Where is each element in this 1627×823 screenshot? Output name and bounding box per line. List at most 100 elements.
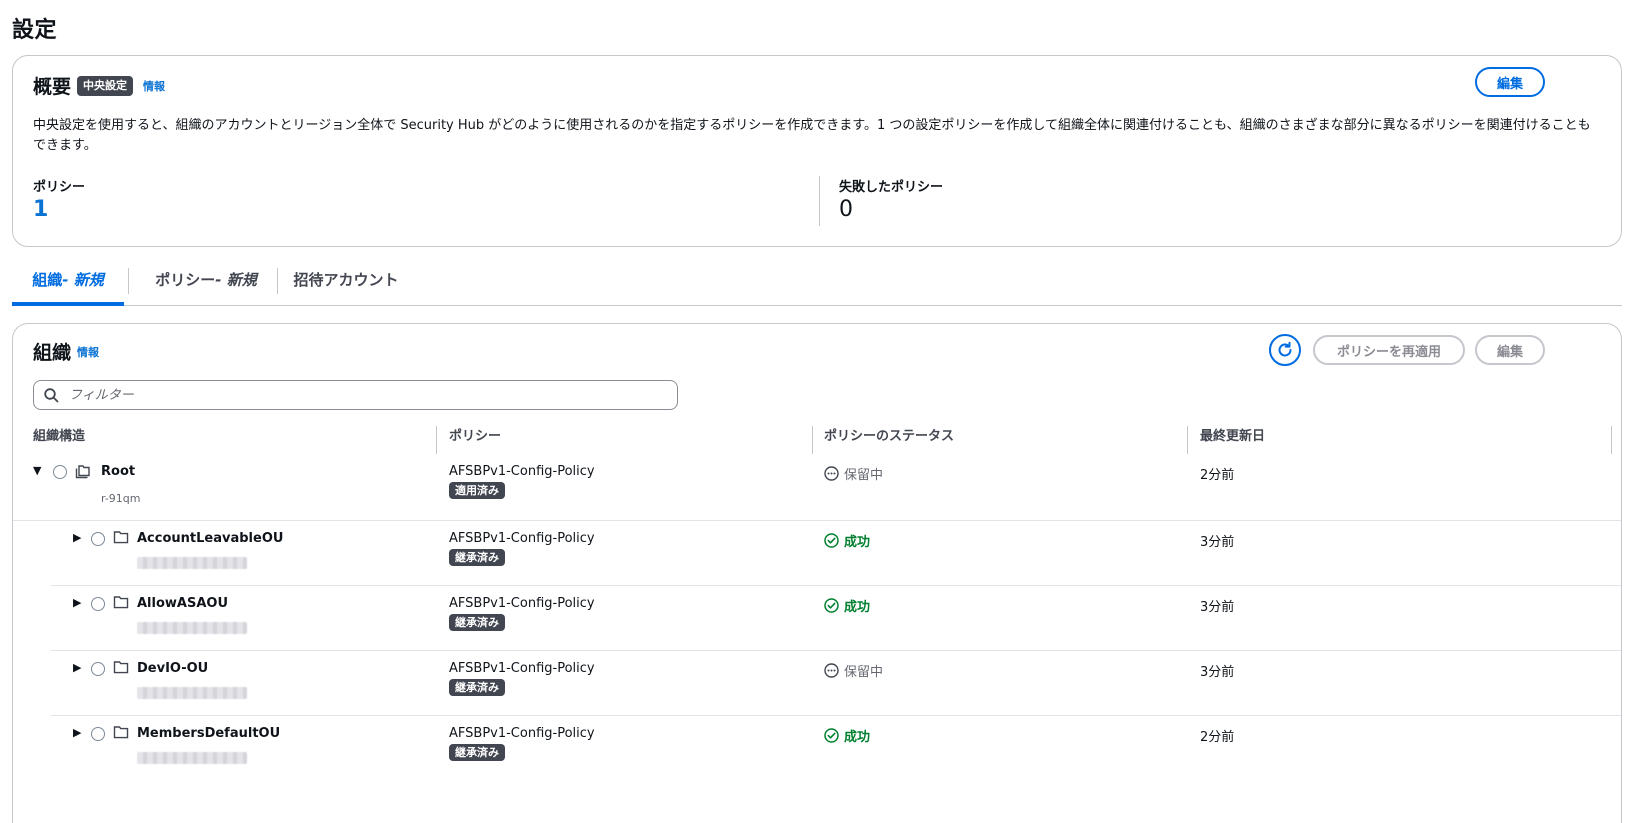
col-header-structure[interactable]: 組織構造 [33,420,85,454]
policy-cell: AFSBPv1-Config-Policy 適用済み [449,464,595,499]
row-name: MembersDefaultOU [137,726,281,741]
overview-info-link[interactable]: 情報 [143,78,165,94]
page-title: 設定 [12,18,58,43]
table-row[interactable]: ▼ Root r-91qm AFSBPv1-Config-Policy 適用済み… [13,454,1621,520]
policy-cell: AFSBPv1-Config-Policy 継承済み [449,726,595,761]
metric-policies: ポリシー 1 [33,176,85,222]
search-icon [44,387,59,402]
row-radio[interactable] [53,465,67,479]
last-updated: 2分前 [1200,730,1235,745]
status-indicator: 保留中 [824,661,883,680]
last-updated: 3分前 [1200,600,1235,615]
org-units-icon [75,463,93,483]
expand-toggle[interactable]: ▶ [73,596,81,609]
table-row[interactable]: ▶ MembersDefaultOU AFSBPv1-Config-Policy… [13,716,1621,780]
table-row[interactable]: ▶ DevIO-OU AFSBPv1-Config-Policy 継承済み 保留… [13,651,1621,715]
tab-separator [128,268,129,294]
settings-page: 設定 概要 中央設定 情報 編集 中央設定を使用すると、組織のアカウントとリージ… [0,0,1627,823]
expand-toggle[interactable]: ▶ [73,531,81,544]
col-resizer[interactable] [1611,426,1612,454]
col-resizer[interactable] [1187,426,1188,454]
filter-input[interactable] [67,386,647,404]
overview-header: 概要 中央設定 情報 [33,72,165,99]
redacted-id [137,752,247,764]
status-indicator: 成功 [824,531,870,550]
refresh-button[interactable] [1269,334,1301,366]
redacted-id [137,687,247,699]
table-row[interactable]: ▶ AccountLeavableOU AFSBPv1-Config-Polic… [13,521,1621,585]
org-info-link[interactable]: 情報 [77,344,99,360]
status-text: 保留中 [844,665,884,680]
folder-icon [113,595,129,613]
expand-toggle[interactable]: ▶ [73,726,81,739]
expand-toggle[interactable]: ▶ [73,661,81,674]
metric-policies-value[interactable]: 1 [33,197,85,222]
reapply-policy-button[interactable]: ポリシーを再適用 [1313,335,1465,365]
col-resizer[interactable] [436,426,437,454]
filter-box [33,380,678,410]
collapse-toggle[interactable]: ▼ [33,464,41,477]
last-updated: 3分前 [1200,665,1235,680]
col-header-last-updated[interactable]: 最終更新日 [1200,420,1265,454]
tab-organization-suffix: - 新規 [62,271,104,289]
row-id: r-91qm [101,492,141,505]
policy-cell: AFSBPv1-Config-Policy 継承済み [449,596,595,631]
policy-name: AFSBPv1-Config-Policy [449,531,595,546]
success-icon [824,533,839,548]
row-name: AccountLeavableOU [137,531,284,546]
overview-card: 概要 中央設定 情報 編集 中央設定を使用すると、組織のアカウントとリージョン全… [12,55,1622,247]
policy-cell: AFSBPv1-Config-Policy 継承済み [449,531,595,566]
overview-title: 概要 [33,76,72,98]
last-updated: 3分前 [1200,535,1235,550]
success-icon [824,598,839,613]
tab-policies-label: ポリシー [155,271,216,289]
refresh-icon [1278,341,1292,357]
policy-name: AFSBPv1-Config-Policy [449,661,595,676]
tab-policies-suffix: - 新規 [215,271,257,289]
folder-icon [113,530,129,548]
status-text: 保留中 [844,468,884,483]
row-name: AllowASAOU [137,596,229,611]
metric-failed-label: 失敗したポリシー [839,180,944,195]
col-header-policy-status[interactable]: ポリシーのステータス [824,420,954,454]
policy-tag: 継承済み [449,744,505,761]
success-icon [824,728,839,743]
org-title: 組織 [33,342,72,364]
overview-description: 中央設定を使用すると、組織のアカウントとリージョン全体で Security Hu… [33,118,1591,153]
pending-icon [824,466,839,481]
redacted-id [137,622,247,634]
col-header-policy[interactable]: ポリシー [449,420,501,454]
last-updated: 2分前 [1200,468,1235,483]
tab-invited-accounts[interactable]: 招待アカウント [284,262,408,306]
folder-icon [113,660,129,678]
policy-cell: AFSBPv1-Config-Policy 継承済み [449,661,595,696]
row-name: Root [101,464,136,479]
tab-invited-accounts-label: 招待アカウント [293,271,399,289]
organization-card: 組織 情報 ポリシーを再適用 編集 組織構造 ポリシー ポリシーのステータス 最… [12,323,1622,823]
policy-name: AFSBPv1-Config-Policy [449,464,595,479]
row-radio[interactable] [91,532,105,546]
overview-edit-button[interactable]: 編集 [1475,67,1545,97]
policy-tag: 適用済み [449,482,505,499]
status-indicator: 保留中 [824,464,883,483]
metric-failed-value: 0 [839,197,853,222]
status-indicator: 成功 [824,726,870,745]
metric-policies-label: ポリシー [33,180,86,195]
status-text: 成功 [844,535,871,550]
col-resizer[interactable] [812,426,813,454]
pending-icon [824,663,839,678]
tab-bar: 組織- 新規 ポリシー- 新規 招待アカウント [12,262,1622,306]
status-text: 成功 [844,600,871,615]
folder-icon [113,725,129,743]
tab-policies[interactable]: ポリシー- 新規 [136,262,276,306]
policy-name: AFSBPv1-Config-Policy [449,726,595,741]
policy-name: AFSBPv1-Config-Policy [449,596,595,611]
row-radio[interactable] [91,727,105,741]
status-text: 成功 [844,730,871,745]
org-edit-button[interactable]: 編集 [1475,335,1545,365]
table-row[interactable]: ▶ AllowASAOU AFSBPv1-Config-Policy 継承済み … [13,586,1621,650]
row-radio[interactable] [91,597,105,611]
tab-organization[interactable]: 組織- 新規 [12,262,124,306]
tab-organization-label: 組織 [32,271,63,289]
row-radio[interactable] [91,662,105,676]
